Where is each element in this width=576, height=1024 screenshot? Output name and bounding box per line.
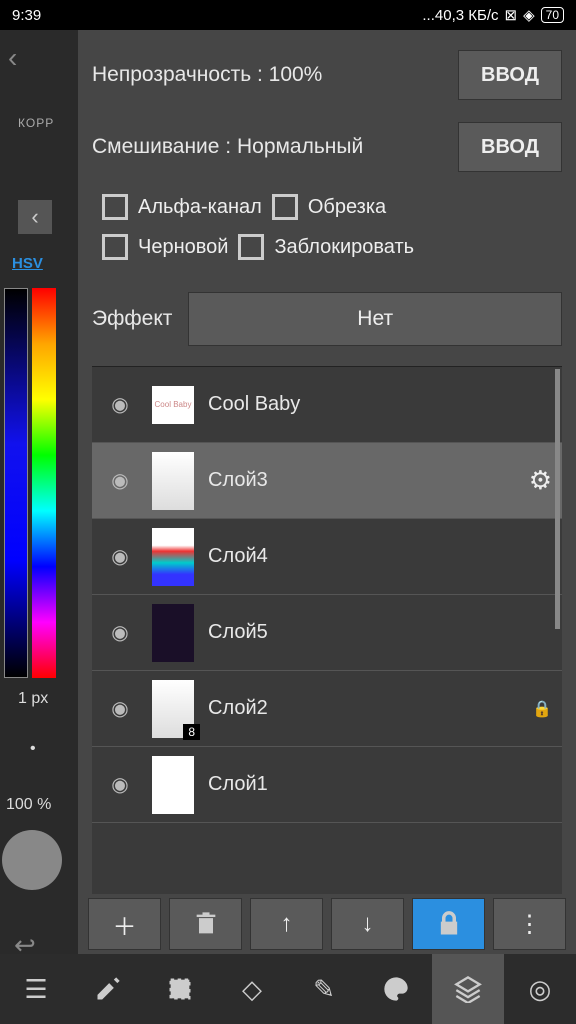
visibility-icon[interactable]: ◉: [102, 772, 138, 797]
visibility-icon[interactable]: ◉: [102, 544, 138, 569]
layer-row[interactable]: ◉ Слой5: [92, 595, 562, 671]
battery-icon: 70: [541, 7, 564, 23]
brush-size: 1 px: [18, 690, 48, 708]
layer-name: Cool Baby: [208, 393, 552, 416]
hue-slider[interactable]: [32, 288, 56, 678]
visibility-icon[interactable]: ◉: [102, 696, 138, 721]
wifi-icon: ◈: [523, 6, 535, 24]
lock-checkbox[interactable]: Заблокировать: [238, 234, 414, 260]
move-up-button[interactable]: ↑: [250, 898, 323, 950]
lock-icon: 🔒: [532, 699, 552, 719]
lock-button[interactable]: [412, 898, 485, 950]
layer-thumb: [152, 452, 194, 510]
brush-dot-icon: •: [30, 740, 36, 758]
layer-row[interactable]: ◉ Слой4: [92, 519, 562, 595]
more-button[interactable]: ⋮: [493, 898, 566, 950]
layer-thumb: [152, 756, 194, 814]
clock: 9:39: [12, 7, 41, 24]
layer-toolbar: ＋ ↑ ↓ ⋮: [78, 894, 576, 954]
draft-checkbox[interactable]: Черновой: [102, 234, 228, 260]
visibility-icon[interactable]: ◉: [102, 620, 138, 645]
layer-row[interactable]: ◉ Слой1: [92, 747, 562, 823]
opacity-input-button[interactable]: ВВОД: [458, 50, 562, 100]
left-tools: ‹ КОРР ‹ HSV 1 px • 100 % ↩: [0, 30, 78, 1024]
back-icon[interactable]: ‹: [8, 42, 17, 74]
layer-name: Слой5: [208, 621, 552, 644]
net-speed: ...40,3 КБ/с: [422, 7, 498, 24]
value-slider[interactable]: [4, 288, 28, 678]
layer-name: Слой4: [208, 545, 552, 568]
effect-label: Эффект: [92, 307, 172, 331]
clip-checkbox[interactable]: Обрезка: [272, 194, 386, 220]
brush-opacity: 100 %: [6, 796, 51, 814]
layer-name: Слой1: [208, 773, 552, 796]
select-icon[interactable]: [144, 954, 216, 1024]
layer-list: ◉ Cool Baby Cool Baby ◉ Слой3 ⚙ ◉ Слой4 …: [92, 366, 562, 954]
layer-thumb: [152, 604, 194, 662]
color-swatch[interactable]: [2, 830, 62, 890]
edit-icon[interactable]: [72, 954, 144, 1024]
effect-dropdown[interactable]: Нет: [188, 292, 562, 346]
scrollbar[interactable]: [555, 369, 560, 629]
rotate-icon[interactable]: ◇: [216, 954, 288, 1024]
add-layer-button[interactable]: ＋: [88, 898, 161, 950]
collapse-button[interactable]: ‹: [18, 200, 52, 234]
delete-layer-button[interactable]: [169, 898, 242, 950]
bottom-nav: ☰ ◇ ✎ ◎: [0, 954, 576, 1024]
menu-icon[interactable]: ☰: [0, 954, 72, 1024]
close-x-icon: ⊠: [505, 6, 518, 24]
visibility-icon[interactable]: ◉: [102, 468, 138, 493]
gear-icon[interactable]: ⚙: [529, 465, 552, 496]
layer-panel: Непрозрачность : 100% ВВОД Смешивание : …: [78, 30, 576, 954]
move-down-button[interactable]: ↓: [331, 898, 404, 950]
layer-thumb: Cool Baby: [152, 386, 194, 424]
layer-row[interactable]: ◉ 8 Слой2 🔒: [92, 671, 562, 747]
target-icon[interactable]: ◎: [504, 954, 576, 1024]
layer-thumb: [152, 528, 194, 586]
blend-input-button[interactable]: ВВОД: [458, 122, 562, 172]
opacity-label: Непрозрачность : 100%: [92, 63, 322, 87]
layer-row[interactable]: ◉ Cool Baby Cool Baby: [92, 367, 562, 443]
badge: 8: [183, 724, 200, 740]
layer-name: Слой2: [208, 697, 518, 720]
hsv-link[interactable]: HSV: [12, 255, 43, 272]
layer-name: Слой3: [208, 469, 515, 492]
palette-icon[interactable]: [360, 954, 432, 1024]
blend-label: Смешивание : Нормальный: [92, 135, 363, 159]
status-bar: 9:39 ...40,3 КБ/с ⊠ ◈ 70: [0, 0, 576, 30]
visibility-icon[interactable]: ◉: [102, 392, 138, 417]
layers-icon[interactable]: [432, 954, 504, 1024]
pencil-icon[interactable]: ✎: [288, 954, 360, 1024]
correction-button[interactable]: КОРР: [18, 116, 54, 130]
layer-thumb: 8: [152, 680, 194, 738]
layer-row[interactable]: ◉ Слой3 ⚙: [92, 443, 562, 519]
alpha-checkbox[interactable]: Альфа-канал: [102, 194, 262, 220]
